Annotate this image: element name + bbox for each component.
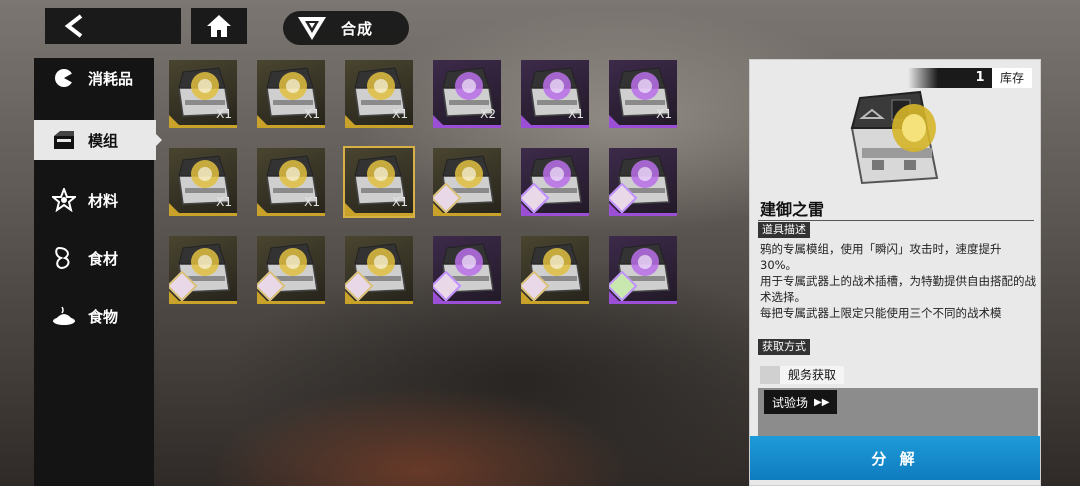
synthesis-icon [298, 17, 326, 40]
sidebar-item-label: 材料 [88, 191, 119, 210]
stock-label: 库存 [991, 68, 1032, 88]
item-quantity: X1 [392, 107, 408, 121]
item-quantity: X1 [216, 107, 232, 121]
module-grid: X1 X1 X1 X2 X1 X1 X1 X1 X1 [169, 60, 677, 304]
back-button[interactable] [45, 8, 181, 44]
description-line: 每把专属武器上限定只能使用三个不同的战术模 [760, 306, 1002, 320]
item-name: 建御之雷 [760, 200, 825, 219]
module-box-image [850, 90, 939, 185]
source-text: 舰务获取 [780, 366, 845, 384]
module-item[interactable] [521, 148, 589, 216]
food-icon [52, 304, 76, 328]
description-line: 用于专属武器上的战术插槽，为特勤提供自由搭配的战术选择。 [760, 274, 1036, 304]
sidebar-item-label: 食物 [88, 307, 119, 326]
source-area: 试验场 ▶▶ [758, 388, 1038, 438]
module-item[interactable]: X1 [609, 60, 677, 128]
module-item[interactable] [521, 236, 589, 304]
stock-count: 1 [967, 68, 992, 88]
module-item[interactable]: X1 [343, 146, 415, 218]
decompose-button[interactable]: 分 解 [750, 436, 1040, 480]
sidebar-item-consumables[interactable]: 消耗品 [34, 58, 154, 98]
module-item[interactable] [257, 236, 325, 304]
synthesis-label: 合成 [341, 19, 374, 38]
module-item[interactable] [609, 236, 677, 304]
module-item[interactable]: X1 [257, 148, 325, 216]
description-line: 鸦的专属模组，使用「瞬闪」攻击时，速度提升30%。 [760, 242, 1002, 272]
module-item[interactable] [433, 236, 501, 304]
module-item[interactable] [345, 236, 413, 304]
item-detail-panel: 1 库存 建御之雷 道具描述 鸦的专属模组，使用「瞬闪」攻击时，速度提升30%。… [749, 59, 1041, 486]
module-item[interactable]: X2 [433, 60, 501, 128]
module-item[interactable]: X1 [521, 60, 589, 128]
back-arrow-icon [64, 14, 83, 38]
item-quantity: X1 [656, 107, 672, 121]
module-item[interactable]: X1 [169, 148, 237, 216]
item-quantity: X1 [216, 195, 232, 209]
synthesis-button[interactable]: 合成 [283, 11, 409, 45]
item-description: 鸦的专属模组，使用「瞬闪」攻击时，速度提升30%。 用于专属武器上的战术插槽，为… [760, 241, 1036, 329]
divider [758, 220, 1034, 221]
sidebar-item-label: 模组 [88, 131, 119, 150]
module-item[interactable] [169, 236, 237, 304]
home-icon [207, 15, 231, 37]
star-icon [52, 188, 76, 212]
stock-indicator: 1 库存 [907, 68, 1032, 88]
item-quantity: X1 [568, 107, 584, 121]
sidebar-item-ingredients[interactable]: 食材 [34, 238, 154, 278]
module-item[interactable]: X1 [345, 60, 413, 128]
item-quantity: X1 [304, 107, 320, 121]
module-item[interactable] [609, 148, 677, 216]
item-quantity: X2 [480, 107, 496, 121]
sidebar-item-materials[interactable]: 材料 [34, 180, 154, 220]
item-quantity: X1 [304, 195, 320, 209]
source-entry: 舰务获取 [760, 366, 1036, 384]
pie-icon [52, 66, 76, 90]
module-item[interactable]: X1 [169, 60, 237, 128]
category-sidebar: 消耗品 模组 材料 食材 食物 [34, 58, 162, 486]
description-label: 道具描述 [758, 222, 810, 238]
trial-ground-label: 试验场 [772, 395, 809, 410]
item-quantity: X1 [392, 195, 408, 209]
sidebar-item-label: 食材 [88, 249, 119, 268]
home-button[interactable] [191, 8, 247, 44]
fast-forward-icon: ▶▶ [814, 396, 830, 408]
sidebar-item-modules[interactable]: 模组 [34, 120, 162, 160]
box-icon [52, 128, 76, 152]
trial-ground-button[interactable]: 试验场 ▶▶ [764, 390, 838, 414]
module-item[interactable]: X1 [257, 60, 325, 128]
module-item[interactable] [433, 148, 501, 216]
sidebar-item-label: 消耗品 [88, 69, 134, 88]
source-label: 获取方式 [758, 339, 810, 355]
ingredient-icon [52, 246, 76, 270]
sidebar-item-food[interactable]: 食物 [34, 296, 154, 336]
